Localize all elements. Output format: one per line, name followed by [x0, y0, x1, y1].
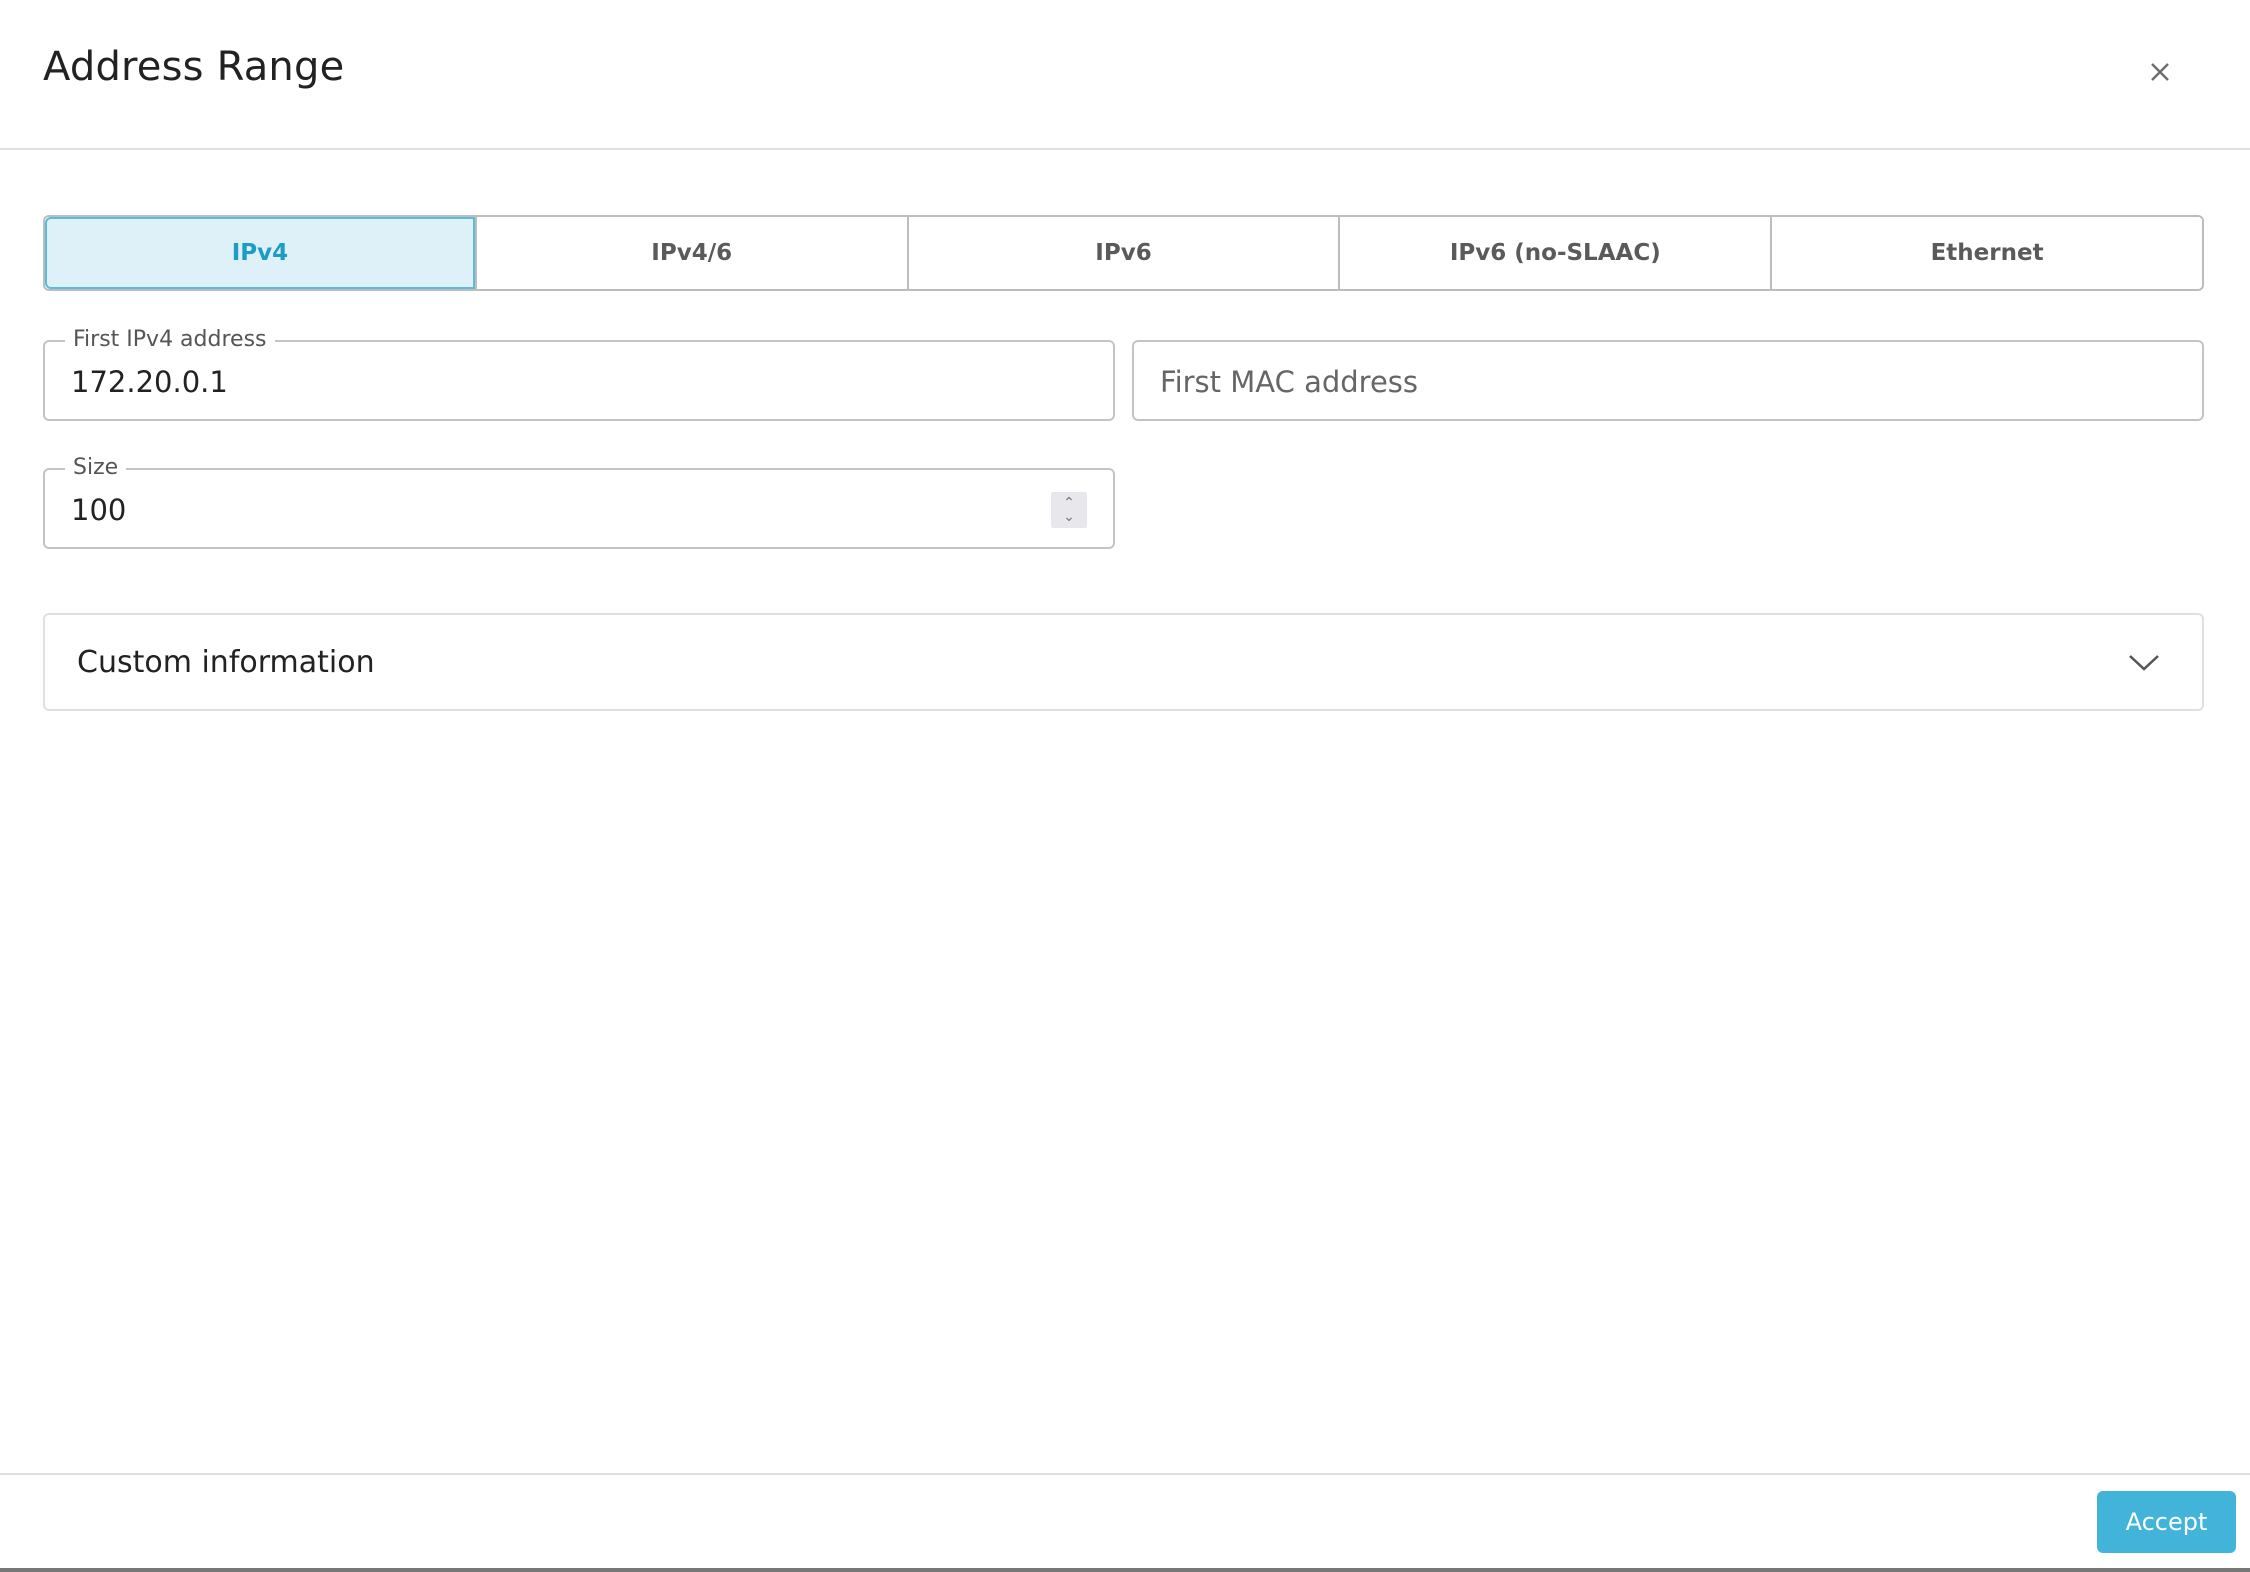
first-ipv4-address-label: First IPv4 address — [65, 326, 275, 354]
dialog-header: Address Range — [0, 0, 2250, 150]
chevron-up-icon[interactable]: ⌃ — [1063, 496, 1075, 510]
first-ipv4-address-field: First IPv4 address — [43, 326, 1115, 421]
dialog-footer — [0, 1473, 2250, 1567]
first-mac-address-field — [1132, 340, 2204, 421]
bottom-border — [0, 1568, 2250, 1572]
tab-ipv6[interactable]: IPv6 — [906, 217, 1339, 289]
custom-information-accordion[interactable]: Custom information — [43, 613, 2204, 711]
size-label: Size — [65, 454, 127, 482]
tab-ipv6-no-slaac[interactable]: IPv6 (no-SLAAC) — [1338, 217, 1771, 289]
accept-button[interactable]: Accept — [2097, 1491, 2236, 1553]
dialog-title: Address Range — [43, 44, 345, 90]
tab-ipv4-6[interactable]: IPv4/6 — [474, 217, 907, 289]
first-mac-address-input[interactable] — [1160, 360, 2118, 404]
chevron-down-icon[interactable]: ⌄ — [1063, 510, 1075, 524]
address-type-tabs: IPv4 IPv4/6 IPv6 IPv6 (no-SLAAC) Etherne… — [43, 215, 2204, 291]
close-icon — [2151, 63, 2169, 81]
custom-information-label: Custom information — [77, 645, 375, 680]
chevron-down-icon — [2129, 655, 2159, 671]
size-stepper[interactable]: ⌃ ⌄ — [1051, 492, 1087, 528]
tab-ipv4[interactable]: IPv4 — [45, 217, 475, 289]
size-input[interactable] — [71, 488, 1029, 532]
size-field: Size ⌃ ⌄ — [43, 454, 1115, 549]
close-button[interactable] — [2138, 50, 2182, 94]
first-ipv4-address-input[interactable] — [71, 360, 1029, 404]
tab-ethernet[interactable]: Ethernet — [1770, 217, 2202, 289]
